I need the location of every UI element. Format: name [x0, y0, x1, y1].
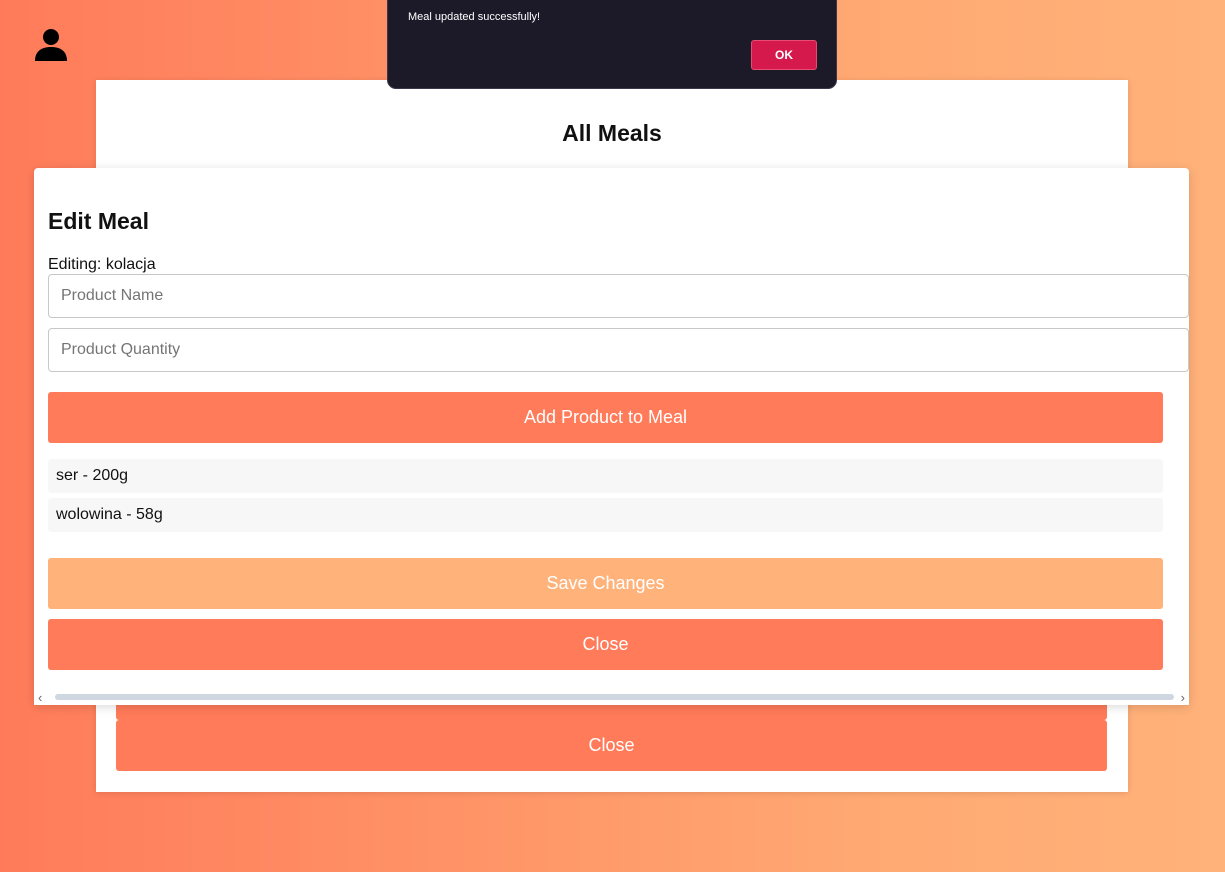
- edit-meal-modal: Edit Meal Editing: kolacja Add Product t…: [34, 168, 1189, 705]
- editing-label: Editing: kolacja: [48, 256, 156, 274]
- list-item: wolowina - 58g: [48, 498, 1163, 532]
- product-quantity-input[interactable]: [48, 328, 1189, 372]
- toast-message: Meal updated successfully!: [408, 11, 541, 23]
- scrollbar-thumb[interactable]: [55, 694, 1174, 700]
- page-title: All Meals: [562, 120, 662, 146]
- ok-button[interactable]: OK: [751, 40, 817, 70]
- save-changes-button[interactable]: Save Changes: [48, 558, 1163, 609]
- editing-meal-name: kolacja: [105, 256, 156, 273]
- close-button[interactable]: Close: [48, 619, 1163, 670]
- modal-title: Edit Meal: [48, 208, 149, 234]
- scroll-right-icon[interactable]: ›: [1181, 690, 1185, 705]
- background-close-button[interactable]: Close: [116, 720, 1107, 771]
- user-icon[interactable]: [34, 28, 68, 62]
- horizontal-scrollbar[interactable]: ‹ ›: [34, 689, 1189, 705]
- product-list: ser - 200g wolowina - 58g: [48, 459, 1163, 537]
- product-name-input[interactable]: [48, 274, 1189, 318]
- list-item: ser - 200g: [48, 459, 1163, 493]
- editing-prefix: Editing:: [48, 256, 106, 273]
- scroll-left-icon[interactable]: ‹: [38, 690, 42, 705]
- success-toast: Meal updated successfully! OK: [387, 0, 837, 89]
- add-product-button[interactable]: Add Product to Meal: [48, 392, 1163, 443]
